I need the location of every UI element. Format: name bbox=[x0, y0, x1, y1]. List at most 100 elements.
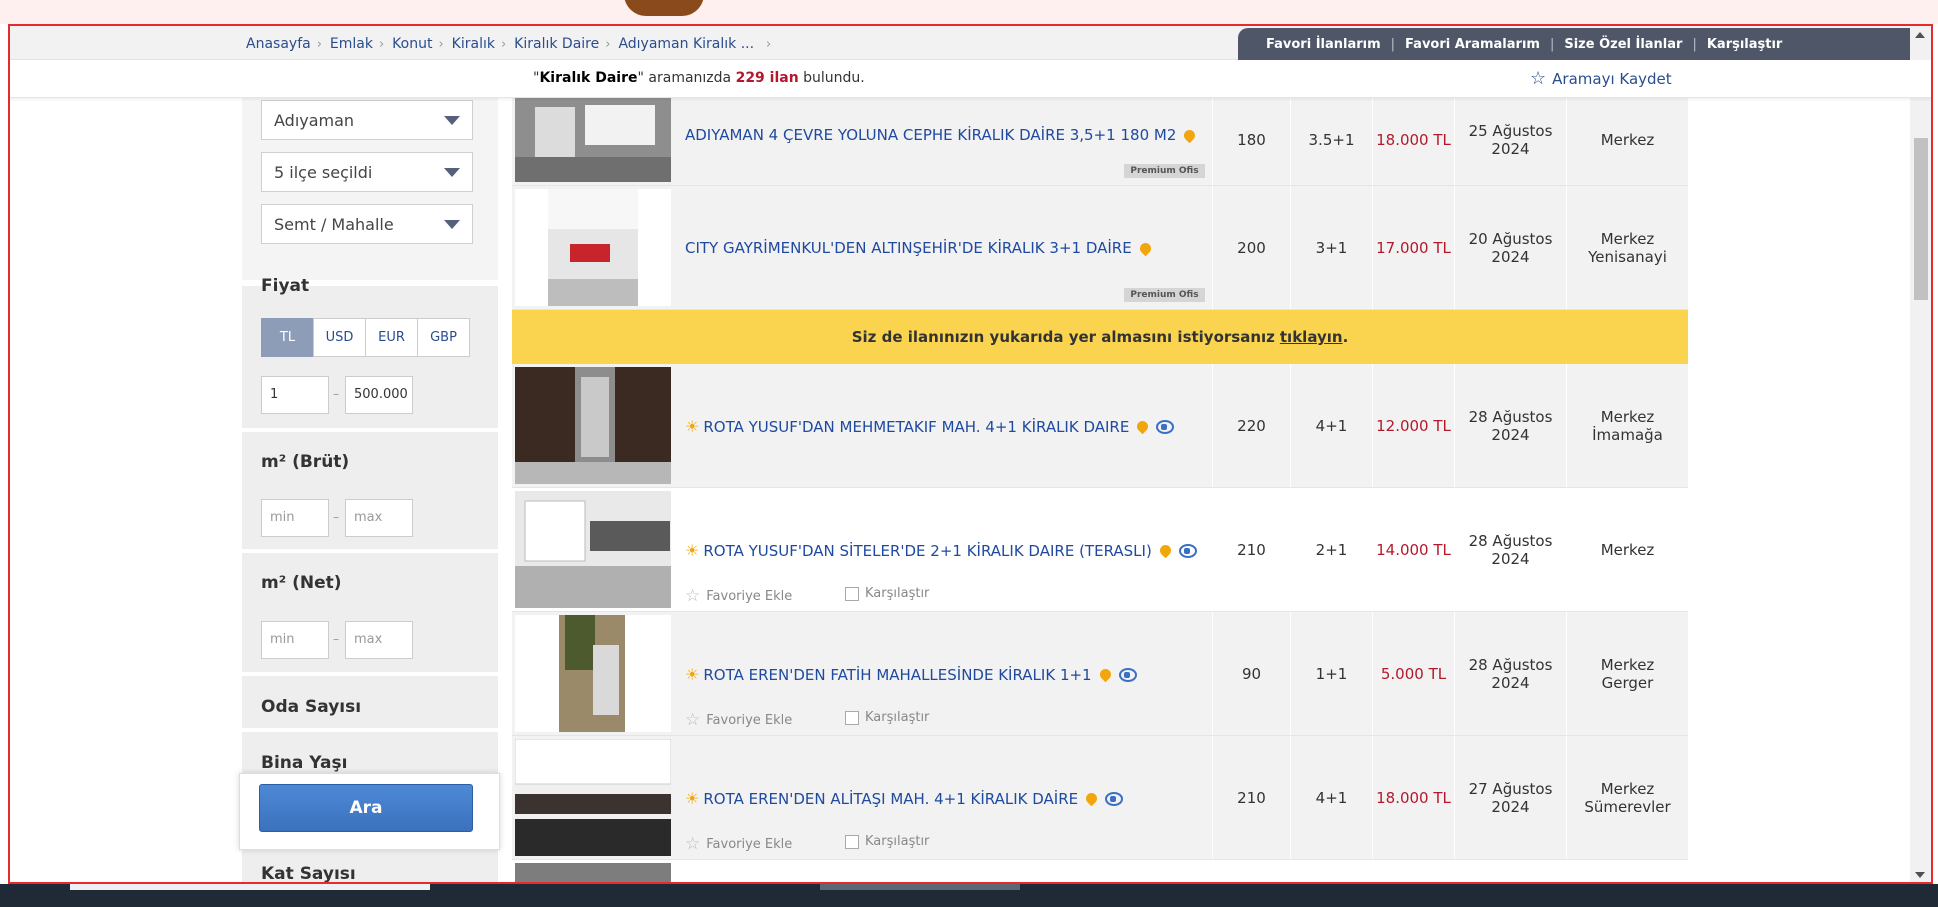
listing-price: 17.000 TL bbox=[1372, 186, 1454, 309]
currency-tl-button[interactable]: TL bbox=[261, 318, 314, 357]
listing-rooms: 2+1 bbox=[1290, 488, 1372, 611]
price-max-input[interactable]: 500.000 bbox=[345, 376, 413, 414]
compare-checkbox[interactable]: Karşılaştır bbox=[845, 834, 929, 849]
chevron-right-icon: › bbox=[766, 36, 772, 52]
map-pin-icon bbox=[1182, 127, 1198, 143]
listing-photo[interactable] bbox=[515, 739, 671, 856]
listing-photo[interactable] bbox=[515, 863, 671, 882]
map-pin-icon bbox=[1157, 542, 1174, 559]
save-search-link[interactable]: ☆ Aramayı Kaydet bbox=[1530, 68, 1672, 89]
m2-brut-min-input[interactable]: min bbox=[261, 499, 329, 537]
listing-photo[interactable] bbox=[515, 98, 671, 182]
premium-badge: Premium Ofis bbox=[1124, 288, 1205, 302]
listing-title-link[interactable]: ADIYAMAN 4 ÇEVRE YOLUNA CEPHE KİRALIK DA… bbox=[685, 126, 1198, 144]
user-links: Favori İlanlarım | Favori Aramalarım | Siz… bbox=[1238, 28, 1923, 60]
m2-net-max-input[interactable]: max bbox=[345, 621, 413, 659]
currency-usd-button[interactable]: USD bbox=[313, 318, 366, 357]
listing-m2: 210 bbox=[1212, 736, 1290, 859]
listing-title-link[interactable]: ☀ ROTA EREN'DEN FATİH MAHALLESİNDE KİRALI… bbox=[685, 665, 1137, 684]
m2-net-min-input[interactable]: min bbox=[261, 621, 329, 659]
district-select[interactable]: 5 ilçe seçildi bbox=[261, 152, 473, 192]
listing-title-link[interactable]: CITY GAYRİMENKUL'DEN ALTINŞEHİR'DE KİRAL… bbox=[685, 239, 1153, 257]
currency-gbp-button[interactable]: GBP bbox=[417, 318, 470, 357]
listing-date: 27 Ağustos 2024 bbox=[1454, 736, 1566, 859]
search-button[interactable]: Ara bbox=[259, 784, 473, 832]
listing-date: 25 Ağustos 2024 bbox=[1454, 98, 1566, 185]
breadcrumb-link[interactable]: Anasayfa bbox=[246, 36, 311, 52]
vertical-scrollbar[interactable] bbox=[1910, 26, 1931, 882]
chevron-right-icon: › bbox=[500, 36, 507, 52]
listing-row[interactable]: ☀ ROTA EREN'DEN FATİH MAHALLESİNDE KİRALI… bbox=[512, 612, 1688, 736]
filter-sidebar: Adıyaman 5 ilçe seçildi Semt / Mahalle F… bbox=[242, 98, 498, 882]
main-content: Adıyaman 5 ilçe seçildi Semt / Mahalle F… bbox=[10, 98, 1931, 882]
compare-checkbox[interactable]: Karşılaştır bbox=[845, 710, 929, 725]
listing-row[interactable]: CITY GAYRİMENKUL'DEN ALTINŞEHİR'DE KİRAL… bbox=[512, 186, 1688, 310]
listing-photo[interactable] bbox=[515, 491, 671, 608]
m2-brut-max-input[interactable]: max bbox=[345, 499, 413, 537]
favorite-listings-link[interactable]: Favori İlanlarım bbox=[1266, 37, 1381, 52]
listing-location: Merkez bbox=[1566, 98, 1688, 185]
chevron-right-icon: › bbox=[605, 36, 611, 52]
listing-row[interactable]: ☀ ROTA EREN'DEN ALİTAŞI MAH. 4+1 KİRALIK … bbox=[512, 736, 1688, 860]
caret-down-icon bbox=[444, 116, 460, 125]
listing-m2: 210 bbox=[1212, 488, 1290, 611]
sun-icon: ☀ bbox=[685, 417, 700, 436]
breadcrumb-link[interactable]: Emlak bbox=[330, 36, 373, 52]
listing-price: 18.000 TL bbox=[1372, 736, 1454, 859]
currency-eur-button[interactable]: EUR bbox=[365, 318, 418, 357]
add-favorite-button[interactable]: ☆ Favoriye Ekle bbox=[685, 834, 792, 854]
breadcrumb: Anasayfa › Emlak › Konut › Kiralık › Kiralık… bbox=[246, 36, 779, 52]
listing-location: Merkez Yenisanayi bbox=[1566, 186, 1688, 309]
scroll-down-arrow-icon[interactable] bbox=[1915, 872, 1925, 878]
currency-tabs: TL USD EUR GBP bbox=[261, 318, 470, 357]
promo-banner: Siz de ilanınızın yukarıda yer almasını … bbox=[512, 310, 1688, 364]
sun-icon: ☀ bbox=[685, 541, 700, 560]
listing-date: 28 Ağustos 2024 bbox=[1454, 364, 1566, 487]
scrollbar-thumb[interactable] bbox=[1914, 138, 1928, 300]
compare-link[interactable]: Karşılaştır bbox=[1707, 37, 1783, 52]
listing-title-link[interactable]: ☀ ROTA YUSUF'DAN SİTELER'DE 2+1 KİRALIK D… bbox=[685, 541, 1197, 560]
building-age-filter-toggle[interactable]: Bina Yaşı bbox=[261, 753, 347, 773]
listing-rooms: 3.5+1 bbox=[1290, 98, 1372, 185]
city-select[interactable]: Adıyaman bbox=[261, 100, 473, 140]
taskbar-item[interactable] bbox=[70, 884, 430, 890]
neighborhood-select[interactable]: Semt / Mahalle bbox=[261, 204, 473, 244]
listing-photo[interactable] bbox=[515, 189, 671, 306]
listing-row[interactable]: ☀ ROTA YUSUF'DAN SİTELER'DE 2+1 KİRALIK D… bbox=[512, 488, 1688, 612]
add-favorite-button[interactable]: ☆ Favoriye Ekle bbox=[685, 710, 792, 730]
listing-photo[interactable] bbox=[515, 367, 671, 484]
favorite-searches-link[interactable]: Favori Aramalarım bbox=[1405, 37, 1540, 52]
search-button-tray: Ara bbox=[239, 773, 500, 850]
listing-location: Merkez İmamağa bbox=[1566, 364, 1688, 487]
premium-badge: Premium Ofis bbox=[1124, 164, 1205, 178]
listing-title-link[interactable]: ☀ ROTA EREN'DEN ALİTAŞI MAH. 4+1 KİRALIK … bbox=[685, 789, 1124, 808]
promo-link[interactable]: tıklayın bbox=[1280, 328, 1343, 346]
map-pin-icon bbox=[1135, 418, 1151, 435]
cut-off-button[interactable] bbox=[624, 0, 704, 16]
compare-checkbox[interactable]: Karşılaştır bbox=[845, 586, 929, 601]
os-taskbar bbox=[0, 884, 1938, 907]
highlight-frame: Anasayfa › Emlak › Konut › Kiralık › Kiralık… bbox=[8, 24, 1933, 884]
breadcrumb-link[interactable]: Konut bbox=[392, 36, 432, 52]
add-favorite-button[interactable]: ☆ Favoriye Ekle bbox=[685, 586, 792, 606]
special-listings-link[interactable]: Size Özel İlanlar bbox=[1564, 37, 1682, 52]
breadcrumb-link[interactable]: Kiralık Daire bbox=[514, 36, 599, 52]
taskbar-item[interactable] bbox=[820, 884, 1020, 890]
breadcrumb-link[interactable]: Adıyaman Kiralık ... bbox=[618, 36, 754, 52]
listing-title-link[interactable]: ☀ ROTA YUSUF'DAN MEHMETAKIF MAH. 4+1 KİRA… bbox=[685, 417, 1175, 436]
listing-row[interactable]: ADIYAMAN 4 ÇEVRE YOLUNA CEPHE KİRALIK DA… bbox=[512, 98, 1688, 186]
listing-photo[interactable] bbox=[515, 615, 671, 732]
floors-filter-toggle[interactable]: Kat Sayısı bbox=[261, 864, 356, 882]
price-title: Fiyat bbox=[261, 276, 310, 296]
scroll-up-arrow-icon[interactable] bbox=[1915, 32, 1925, 38]
listing-location: Merkez bbox=[1566, 488, 1688, 611]
chevron-right-icon: › bbox=[378, 36, 385, 52]
price-min-input[interactable]: 1 bbox=[261, 376, 329, 414]
listing-date: 28 Ağustos 2024 bbox=[1454, 488, 1566, 611]
rooms-filter-toggle[interactable]: Oda Sayısı bbox=[261, 697, 361, 717]
sun-icon: ☀ bbox=[685, 665, 700, 684]
listing-row-partial[interactable] bbox=[512, 860, 1688, 882]
m2-net-title: m² (Net) bbox=[261, 573, 342, 593]
listing-row[interactable]: ☀ ROTA YUSUF'DAN MEHMETAKIF MAH. 4+1 KİRA… bbox=[512, 364, 1688, 488]
breadcrumb-link[interactable]: Kiralık bbox=[452, 36, 495, 52]
